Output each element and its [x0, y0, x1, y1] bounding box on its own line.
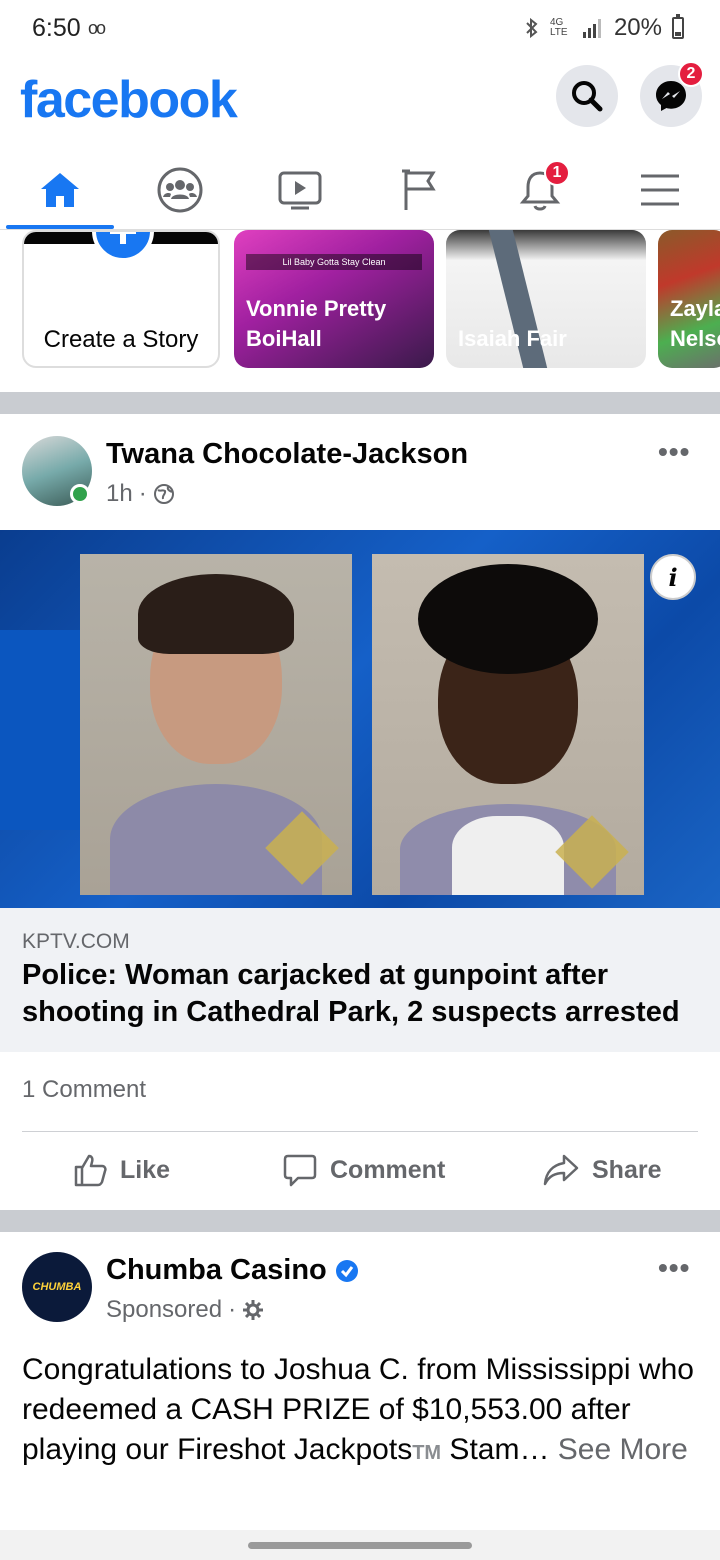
- globe-icon: [153, 484, 174, 504]
- signal-icon: [582, 19, 601, 38]
- like-button[interactable]: Like: [72, 1146, 170, 1194]
- comment-button[interactable]: Comment: [282, 1146, 445, 1194]
- story-caption: Lil Baby Gotta Stay Clean: [246, 254, 422, 270]
- post-image[interactable]: i: [0, 530, 720, 908]
- plus-icon: [110, 232, 136, 244]
- story-author: Zayla Nelso: [670, 296, 720, 351]
- menu-icon: [641, 174, 679, 206]
- link-domain: KPTV.COM: [22, 930, 130, 953]
- status-time: 6:50: [32, 14, 81, 42]
- advertiser-avatar[interactable]: CHUMBA: [22, 1252, 92, 1322]
- home-icon: [41, 173, 79, 207]
- home-indicator[interactable]: [248, 1542, 472, 1549]
- verified-badge-icon: [335, 1259, 358, 1282]
- section-separator: [0, 1210, 720, 1232]
- tab-pages[interactable]: [360, 150, 480, 230]
- search-icon: [572, 81, 603, 112]
- online-indicator: [70, 484, 90, 504]
- tab-notifications[interactable]: 1: [480, 150, 600, 230]
- network-label: 4G LTE: [549, 17, 568, 38]
- create-story-card[interactable]: Create a Story: [22, 230, 220, 368]
- notifications-badge: 1: [544, 160, 570, 186]
- tab-home[interactable]: [0, 150, 120, 230]
- post-meta: 1h ·: [106, 480, 175, 508]
- comment-label: Comment: [330, 1155, 446, 1184]
- see-more-link[interactable]: See More: [558, 1433, 688, 1466]
- ad-text: Congratulations to Joshua C. from Missis…: [22, 1350, 712, 1473]
- divider: [22, 1131, 698, 1132]
- create-story-label: Create a Story: [43, 326, 199, 353]
- story-card[interactable]: Lil Baby Gotta Stay Clean Vonnie Pretty …: [234, 230, 434, 368]
- post-options-button[interactable]: •••: [658, 436, 690, 468]
- story-card[interactable]: Zayla Nelso: [658, 230, 720, 368]
- flag-icon: [402, 169, 436, 210]
- comments-count[interactable]: 1 Comment: [22, 1076, 146, 1104]
- trademark: TM: [412, 1442, 442, 1464]
- info-icon[interactable]: i: [650, 554, 696, 600]
- share-button[interactable]: Share: [542, 1146, 661, 1194]
- story-card[interactable]: Isaiah Fair: [446, 230, 646, 368]
- messenger-button[interactable]: 2: [640, 61, 704, 127]
- advertiser-logo: CHUMBA: [32, 1281, 82, 1293]
- like-label: Like: [120, 1155, 171, 1184]
- battery-icon: [672, 14, 684, 39]
- post-author[interactable]: Twana Chocolate-Jackson: [106, 438, 468, 471]
- comment-icon: [283, 1154, 317, 1187]
- share-icon: [543, 1154, 579, 1186]
- ad-options-button[interactable]: •••: [658, 1252, 690, 1284]
- tab-menu[interactable]: [600, 150, 720, 230]
- share-label: Share: [592, 1155, 662, 1184]
- mugshot-right: [372, 554, 644, 895]
- bluetooth-icon: [526, 17, 538, 39]
- story-author: Vonnie Pretty BoiHall: [246, 296, 387, 351]
- messenger-badge: 2: [678, 61, 704, 87]
- status-icons: 4G LTE 20%: [524, 14, 684, 42]
- ad-body-tail: Stam…: [441, 1433, 550, 1466]
- groups-icon: [157, 167, 203, 213]
- video-icon: [278, 171, 322, 210]
- search-button[interactable]: [556, 65, 618, 127]
- tab-watch[interactable]: [240, 150, 360, 230]
- top-nav: 1: [0, 150, 720, 230]
- ad-author-row: Chumba Casino: [106, 1254, 359, 1287]
- active-tab-indicator: [6, 225, 114, 229]
- sponsored-label[interactable]: Sponsored: [106, 1296, 222, 1324]
- ad-author[interactable]: Chumba Casino: [106, 1254, 327, 1287]
- ad-meta: Sponsored ·: [106, 1296, 264, 1324]
- tab-groups[interactable]: [120, 150, 240, 230]
- voicemail-icon: oo: [88, 18, 106, 38]
- status-bar: 6:50 oo 4G LTE 20%: [0, 0, 720, 56]
- add-story-icon[interactable]: [92, 232, 154, 262]
- post-time: 1h: [106, 480, 133, 507]
- story-author: Isaiah Fair: [458, 326, 567, 351]
- link-title[interactable]: Police: Woman carjacked at gunpoint afte…: [22, 957, 712, 1031]
- mugshot-left: [80, 554, 352, 895]
- gear-icon: [243, 1300, 264, 1320]
- like-icon: [74, 1154, 107, 1187]
- battery-percent: 20%: [613, 14, 662, 41]
- facebook-logo[interactable]: facebook: [20, 70, 238, 130]
- section-separator: [0, 392, 720, 414]
